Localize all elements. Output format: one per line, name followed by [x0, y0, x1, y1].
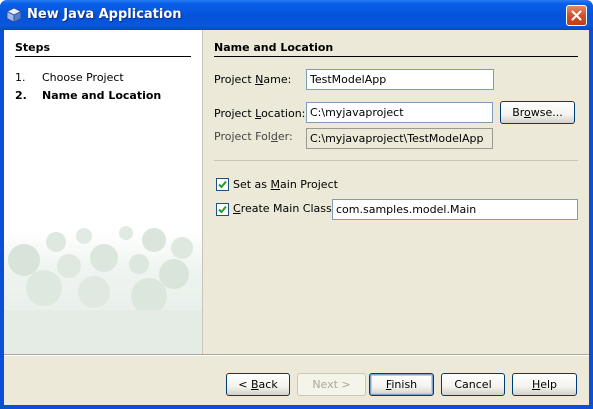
dialog-window: New Java Application Steps 1. Choose Pro…: [0, 0, 593, 409]
project-location-label: Project Location:: [214, 107, 306, 120]
set-main-project-label[interactable]: Set as Main Project: [233, 178, 338, 191]
title-bar[interactable]: New Java Application: [0, 0, 593, 30]
bubbles-decoration: [4, 226, 202, 354]
project-folder-label: Project Folder:: [214, 130, 293, 143]
main-class-field[interactable]: com.samples.model.Main: [332, 199, 578, 220]
step-number: 2.: [15, 89, 27, 102]
window-title: New Java Application: [27, 7, 182, 22]
finish-button[interactable]: Finish: [369, 373, 434, 396]
panel-divider: [202, 30, 203, 354]
steps-divider: [15, 56, 191, 57]
step-label: Choose Project: [42, 71, 124, 84]
help-button[interactable]: Help: [512, 373, 577, 396]
cancel-button[interactable]: Cancel: [441, 373, 505, 396]
steps-heading: Steps: [15, 41, 51, 54]
step-number: 1.: [15, 71, 26, 84]
close-button[interactable]: [566, 5, 587, 26]
set-main-project-checkbox[interactable]: [216, 178, 229, 191]
project-name-label: Project Name:: [214, 73, 292, 86]
checkmark-icon: [218, 205, 227, 214]
steps-panel: Steps 1. Choose Project 2. Name and Loca…: [4, 30, 202, 354]
checkmark-icon: [218, 180, 227, 189]
cube-icon: [6, 7, 22, 23]
dialog-client-area: Steps 1. Choose Project 2. Name and Loca…: [4, 30, 589, 405]
content-divider: [214, 56, 578, 57]
project-folder-field: C:\myjavaproject\TestModelApp: [306, 128, 493, 149]
create-main-class-checkbox[interactable]: [216, 203, 229, 216]
back-button[interactable]: < Back: [226, 373, 290, 396]
step-label: Name and Location: [42, 89, 162, 102]
next-button[interactable]: Next >: [297, 373, 366, 396]
button-bar-separator: [4, 354, 589, 356]
content-heading: Name and Location: [214, 41, 334, 54]
close-icon: [571, 10, 582, 21]
browse-button[interactable]: Browse...: [500, 101, 575, 124]
create-main-class-label[interactable]: Create Main Class: [233, 202, 332, 215]
project-location-field[interactable]: C:\myjavaproject: [306, 102, 493, 123]
project-name-field[interactable]: TestModelApp: [306, 69, 494, 90]
section-separator: [214, 160, 578, 161]
